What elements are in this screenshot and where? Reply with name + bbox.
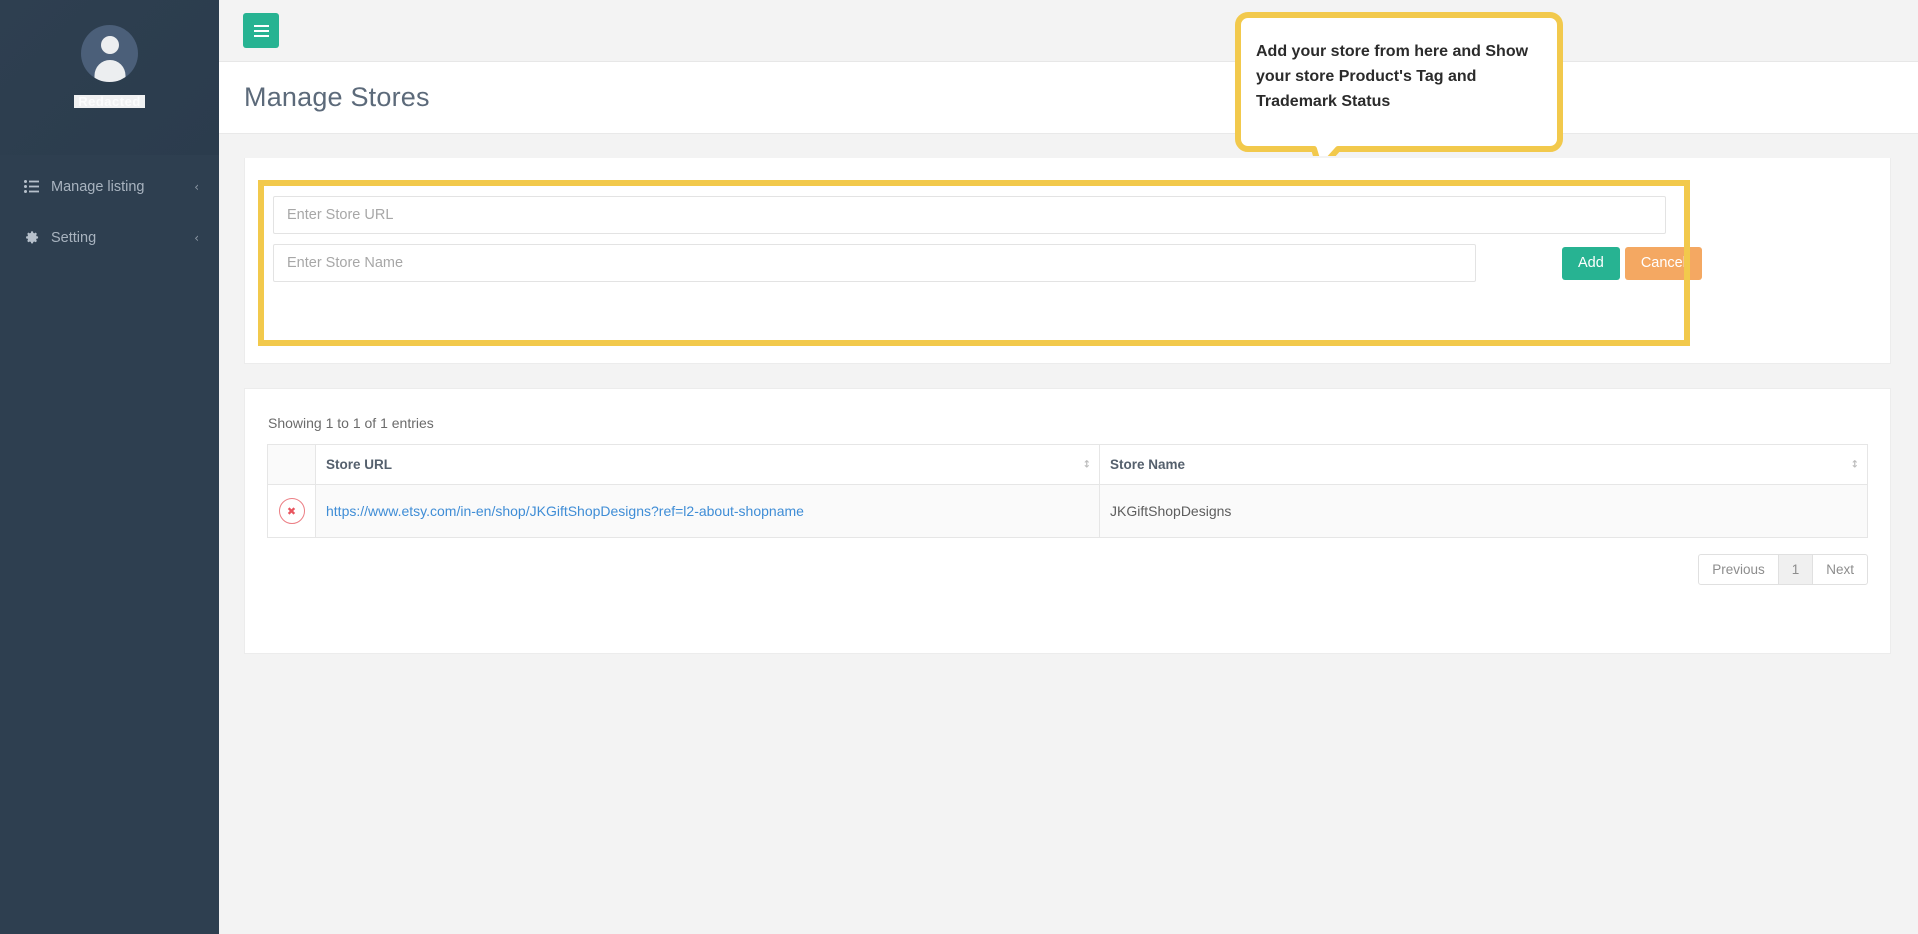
table-row: ✖ https://www.etsy.com/in-en/shop/JKGift… xyxy=(267,484,1868,538)
pagination-previous[interactable]: Previous xyxy=(1698,554,1779,585)
content-area: Add Cancel Showing 1 to 1 of 1 entries S… xyxy=(219,158,1918,934)
hamburger-bar xyxy=(253,24,269,27)
add-store-card: Add Cancel xyxy=(244,158,1891,364)
column-header-store-url[interactable]: Store URL ↕ xyxy=(315,444,1100,485)
sort-icon[interactable]: ↕ xyxy=(1851,459,1859,470)
column-header-store-name[interactable]: Store Name ↕ xyxy=(1099,444,1868,485)
sidebar: Redacted Manage listing ‹ xyxy=(0,0,219,934)
sidebar-item-setting[interactable]: Setting ‹ xyxy=(0,212,219,263)
store-url-input[interactable] xyxy=(273,196,1666,234)
pagination: Previous 1 Next xyxy=(267,554,1868,585)
cancel-button[interactable]: Cancel xyxy=(1624,246,1702,280)
main-content: Manage Stores Add Cancel xyxy=(219,0,1918,934)
sidebar-username: Redacted xyxy=(74,93,145,110)
column-header-store-name-label: Store Name xyxy=(1110,457,1186,472)
add-store-form: Add Cancel xyxy=(245,158,1890,282)
top-bar xyxy=(219,0,1918,62)
table-body: ✖ https://www.etsy.com/in-en/shop/JKGift… xyxy=(267,484,1868,538)
row-store-url-cell: https://www.etsy.com/in-en/shop/JKGiftSh… xyxy=(315,484,1100,538)
hamburger-bar xyxy=(253,29,269,32)
sidebar-profile: Redacted xyxy=(0,0,219,155)
avatar-body xyxy=(94,60,125,82)
table-header-row: Store URL ↕ Store Name ↕ xyxy=(267,444,1868,485)
pagination-page-1[interactable]: 1 xyxy=(1777,554,1814,585)
row-store-name-cell: JKGiftShopDesigns xyxy=(1099,484,1868,538)
store-name-input[interactable] xyxy=(273,244,1476,282)
pager-group: Previous 1 Next xyxy=(1698,554,1868,585)
pagination-next[interactable]: Next xyxy=(1812,554,1868,585)
chevron-left-icon: ‹ xyxy=(194,230,199,245)
page-title: Manage Stores xyxy=(244,82,430,112)
sidebar-item-manage-listing[interactable]: Manage listing ‹ xyxy=(0,161,219,212)
row-actions-cell: ✖ xyxy=(267,484,316,538)
app-root: Redacted Manage listing ‹ xyxy=(0,0,1918,934)
username-redaction-overlay xyxy=(74,95,145,108)
column-header-actions xyxy=(267,444,316,485)
store-url-link[interactable]: https://www.etsy.com/in-en/shop/JKGiftSh… xyxy=(326,503,804,519)
delete-store-icon[interactable]: ✖ xyxy=(278,498,305,524)
column-header-store-url-label: Store URL xyxy=(326,457,393,472)
chevron-left-icon: ‹ xyxy=(194,179,199,194)
hamburger-icon[interactable] xyxy=(243,13,279,48)
stores-table-card: Showing 1 to 1 of 1 entries Store URL ↕ … xyxy=(244,388,1891,654)
add-button[interactable]: Add xyxy=(1562,246,1620,280)
stores-table: Store URL ↕ Store Name ↕ ✖ https://www.e… xyxy=(267,444,1868,538)
gear-icon xyxy=(22,230,40,245)
sidebar-nav: Manage listing ‹ Setting ‹ xyxy=(0,161,219,263)
list-icon xyxy=(22,180,40,193)
user-avatar-icon xyxy=(81,25,138,82)
form-actions: Add Cancel xyxy=(1562,246,1702,280)
store-name-row: Add Cancel xyxy=(273,244,1850,282)
table-head: Store URL ↕ Store Name ↕ xyxy=(267,444,1868,485)
sidebar-item-setting-label: Setting xyxy=(51,229,97,246)
hamburger-bar xyxy=(253,34,269,37)
sidebar-item-manage-listing-label: Manage listing xyxy=(51,178,145,195)
page-header: Manage Stores xyxy=(219,62,1918,134)
entries-info: Showing 1 to 1 of 1 entries xyxy=(268,415,434,431)
sort-icon[interactable]: ↕ xyxy=(1083,459,1091,470)
avatar-head xyxy=(100,36,119,54)
